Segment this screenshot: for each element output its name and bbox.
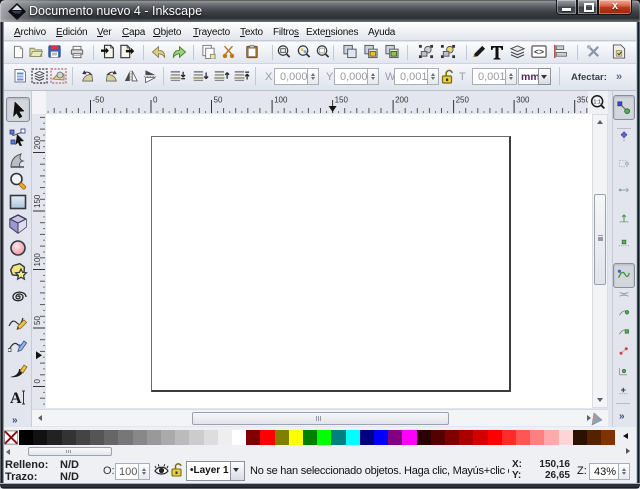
svg-text:100: 100 [274, 96, 288, 105]
svg-text:250: 250 [456, 96, 470, 105]
svg-text:100: 100 [33, 253, 42, 267]
svg-text:150: 150 [33, 194, 42, 208]
svg-text:150: 150 [335, 96, 349, 105]
svg-text:A: A [10, 390, 22, 406]
svg-text:-50: -50 [93, 96, 105, 105]
svg-text:<>: <> [534, 47, 544, 57]
svg-text:200: 200 [395, 96, 409, 105]
svg-text:1:1: 1:1 [593, 99, 601, 105]
svg-text:50: 50 [214, 96, 223, 105]
svg-text:200: 200 [33, 136, 42, 150]
svg-text:0: 0 [153, 96, 158, 105]
svg-text:0: 0 [33, 379, 42, 384]
svg-text:350: 350 [577, 96, 588, 105]
svg-text:50: 50 [33, 316, 42, 325]
svg-text:300: 300 [516, 96, 530, 105]
